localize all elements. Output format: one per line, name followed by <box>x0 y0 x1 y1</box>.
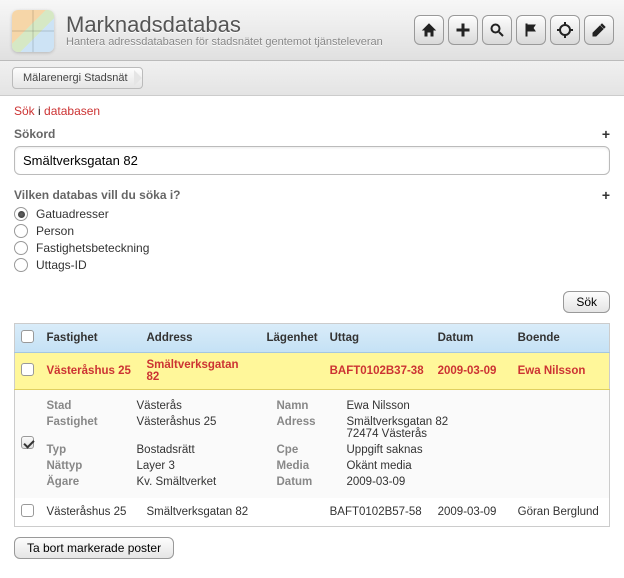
row-checkbox[interactable] <box>21 504 34 517</box>
detail-value: Bostadsrätt <box>137 444 277 456</box>
search-heading: Sök i databasen <box>14 104 610 118</box>
expand-database-icon[interactable]: + <box>602 187 610 203</box>
col-datum[interactable]: Datum <box>432 324 512 353</box>
detail-row: Stad Västerås Namn Ewa Nilsson Fastighet… <box>15 390 610 499</box>
edit-button[interactable] <box>584 15 614 45</box>
database-label: Vilken databas vill du söka i? <box>14 188 181 202</box>
detail-value: Layer 3 <box>137 460 277 472</box>
col-fastighet[interactable]: Fastighet <box>41 324 141 353</box>
app-logo <box>12 10 54 52</box>
edit-icon[interactable] <box>21 436 34 449</box>
table-header-row: Fastighet Address Lägenhet Uttag Datum B… <box>15 324 610 353</box>
detail-label: Cpe <box>277 444 347 456</box>
row-checkbox[interactable] <box>21 363 34 376</box>
keyword-label: Sökord <box>14 127 55 141</box>
detail-label: Stad <box>47 400 137 412</box>
flag-button[interactable] <box>516 15 546 45</box>
breadcrumb: Mälarenergi Stadsnät <box>0 61 624 96</box>
keyword-input[interactable] <box>14 146 610 175</box>
detail-label: Namn <box>277 400 347 412</box>
radio-person[interactable]: Person <box>14 224 610 238</box>
expand-keyword-icon[interactable]: + <box>602 126 610 142</box>
app-header: Marknadsdatabas Hantera adressdatabasen … <box>0 0 624 61</box>
detail-value: Västerås <box>137 400 277 412</box>
detail-value: Okänt media <box>347 460 604 472</box>
search-section: Sök i databasen Sökord + Vilken databas … <box>0 96 624 287</box>
radio-icon <box>14 207 28 221</box>
detail-value: 2009-03-09 <box>347 476 604 488</box>
detail-value: Uppgift saknas <box>347 444 604 456</box>
select-all-checkbox[interactable] <box>21 330 34 343</box>
col-lagenhet[interactable]: Lägenhet <box>261 324 324 353</box>
radio-icon <box>14 224 28 238</box>
col-boende[interactable]: Boende <box>512 324 610 353</box>
submit-search-button[interactable]: Sök <box>563 291 610 313</box>
detail-value: Kv. Smältverket <box>137 476 277 488</box>
radio-icon <box>14 241 28 255</box>
col-address[interactable]: Address <box>141 324 261 353</box>
radio-fastighet[interactable]: Fastighetsbeteckning <box>14 241 610 255</box>
col-uttag[interactable]: Uttag <box>324 324 432 353</box>
target-button[interactable] <box>550 15 580 45</box>
detail-label: Nättyp <box>47 460 137 472</box>
table-row[interactable]: Västeråshus 25 Smältverksgatan 82 BAFT01… <box>15 353 610 390</box>
radio-icon <box>14 258 28 272</box>
home-button[interactable] <box>414 15 444 45</box>
table-row[interactable]: Västeråshus 25 Smältverksgatan 82 BAFT01… <box>15 498 610 527</box>
delete-selected-button[interactable]: Ta bort markerade poster <box>14 537 174 559</box>
detail-label: Datum <box>277 476 347 488</box>
detail-label: Media <box>277 460 347 472</box>
search-button[interactable] <box>482 15 512 45</box>
toolbar <box>414 15 614 45</box>
detail-value: Ewa Nilsson <box>347 400 604 412</box>
detail-label: Ägare <box>47 476 137 488</box>
detail-label: Adress <box>277 416 347 440</box>
add-button[interactable] <box>448 15 478 45</box>
radio-uttags[interactable]: Uttags-ID <box>14 258 610 272</box>
radio-gatuadresser[interactable]: Gatuadresser <box>14 207 610 221</box>
detail-label: Typ <box>47 444 137 456</box>
detail-value: Västeråshus 25 <box>137 416 277 440</box>
results-table: Fastighet Address Lägenhet Uttag Datum B… <box>14 323 610 527</box>
breadcrumb-item[interactable]: Mälarenergi Stadsnät <box>12 67 143 89</box>
detail-label: Fastighet <box>47 416 137 440</box>
detail-value: Smältverksgatan 82 72474 Västerås <box>347 416 604 440</box>
